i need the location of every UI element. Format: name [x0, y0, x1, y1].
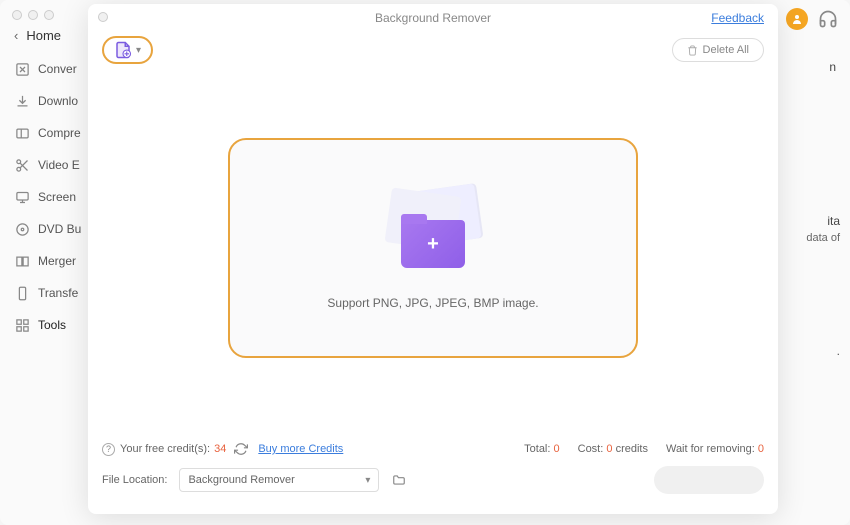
refresh-icon[interactable] — [234, 442, 248, 456]
minimize-dot[interactable] — [28, 10, 38, 20]
grid-icon — [14, 317, 30, 333]
modal-title: Background Remover — [375, 11, 491, 25]
open-folder-icon[interactable] — [391, 473, 407, 487]
modal-header: Background Remover Feedback — [88, 4, 778, 32]
stats: Total: 0 Cost: 0 credits Wait for removi… — [524, 443, 764, 455]
app-main-window: ‹ Home Conver Downlo Compre Video E Scre… — [0, 0, 850, 525]
dropzone[interactable]: + Support PNG, JPG, JPEG, BMP image. — [228, 138, 638, 358]
avatar[interactable] — [786, 8, 808, 30]
chevron-down-icon: ▾ — [136, 45, 141, 56]
sidebar-item-tools[interactable]: Tools — [14, 317, 90, 333]
sidebar-item-screen[interactable]: Screen — [14, 189, 90, 205]
background-remover-modal: Background Remover Feedback ▾ Delete All — [88, 4, 778, 514]
delete-all-button[interactable]: Delete All — [672, 38, 764, 62]
right-panel-partial: n ita data of . — [770, 50, 840, 358]
credits-label: Your free credit(s): — [120, 443, 210, 455]
file-location-label: File Location: — [102, 474, 167, 486]
credits-count: 34 — [214, 443, 226, 455]
disc-icon — [14, 221, 30, 237]
header-right — [786, 8, 838, 30]
chevron-down-icon: ▾ — [365, 475, 370, 486]
sidebar-item-merger[interactable]: Merger — [14, 253, 90, 269]
screen-icon — [14, 189, 30, 205]
credits-row: ? Your free credit(s): 34 Buy more Credi… — [102, 442, 764, 456]
add-file-icon — [114, 41, 132, 59]
modal-toolbar: ▾ Delete All — [88, 32, 778, 68]
headset-icon[interactable] — [818, 9, 838, 29]
sidebar-item-converter[interactable]: Conver — [14, 61, 90, 77]
file-location-select[interactable]: Background Remover ▾ — [179, 468, 379, 492]
maximize-dot[interactable] — [44, 10, 54, 20]
scissors-icon — [14, 157, 30, 173]
merge-icon — [14, 253, 30, 269]
folder-illustration: + — [378, 186, 488, 276]
convert-icon — [14, 61, 30, 77]
feedback-link[interactable]: Feedback — [711, 11, 764, 25]
compress-icon — [14, 125, 30, 141]
help-icon[interactable]: ? — [102, 443, 115, 456]
chevron-left-icon: ‹ — [14, 28, 18, 43]
dropzone-text: Support PNG, JPG, JPEG, BMP image. — [327, 296, 538, 310]
window-traffic-lights — [12, 10, 54, 20]
close-dot[interactable] — [12, 10, 22, 20]
modal-close-icon[interactable] — [98, 12, 108, 22]
sidebar-item-dvd[interactable]: DVD Bu — [14, 221, 90, 237]
trash-icon — [687, 45, 698, 56]
sidebar-item-compressor[interactable]: Compre — [14, 125, 90, 141]
transfer-icon — [14, 285, 30, 301]
buy-credits-link[interactable]: Buy more Credits — [258, 443, 343, 455]
sidebar-item-video-editor[interactable]: Video E — [14, 157, 90, 173]
start-button[interactable] — [654, 466, 764, 494]
file-location-row: File Location: Background Remover ▾ — [102, 466, 764, 494]
sidebar-item-transfer[interactable]: Transfe — [14, 285, 90, 301]
download-icon — [14, 93, 30, 109]
sidebar-item-downloader[interactable]: Downlo — [14, 93, 90, 109]
back-home-button[interactable]: ‹ Home — [14, 28, 90, 43]
plus-icon: + — [427, 233, 439, 256]
add-file-button[interactable]: ▾ — [102, 36, 153, 64]
back-home-label: Home — [26, 28, 61, 43]
sidebar: ‹ Home Conver Downlo Compre Video E Scre… — [0, 28, 90, 518]
